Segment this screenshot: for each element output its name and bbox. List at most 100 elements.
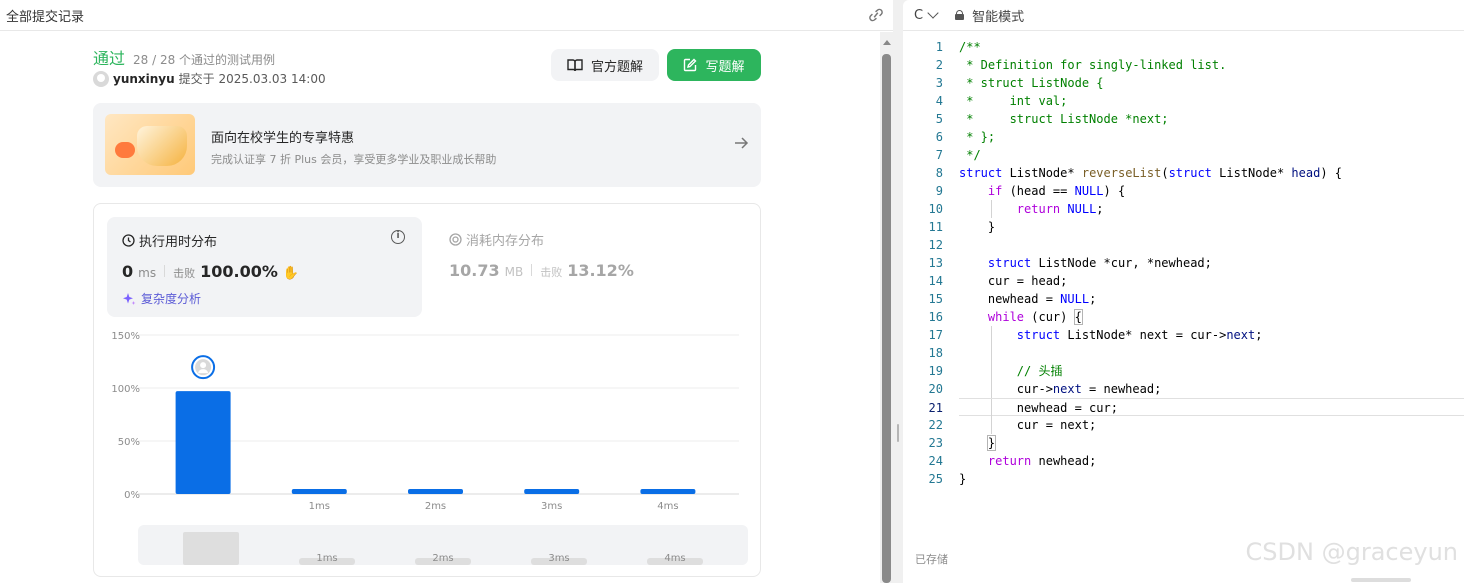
code-line: 6 * }; (935, 130, 996, 144)
code-line: 24 return newhead; (928, 454, 1097, 468)
scroll-up-arrow[interactable] (883, 40, 891, 45)
runtime-unit: ms (138, 266, 157, 280)
code-line: 23 } (928, 435, 997, 451)
code-line: 12 (928, 238, 943, 252)
complexity-analysis-link[interactable]: 复杂度分析 (122, 290, 201, 307)
code-line: 10 return NULL; (928, 200, 1104, 218)
overview-bar (183, 532, 239, 565)
chart-bar (640, 489, 696, 494)
complexity-analysis-label: 复杂度分析 (141, 292, 202, 306)
overview-tick-label: 2ms (432, 553, 453, 564)
y-tick-label: 150% (111, 331, 140, 342)
all-submissions-title[interactable]: 全部提交记录 (6, 6, 84, 25)
horizontal-scrollbar[interactable] (1351, 578, 1411, 582)
username[interactable]: yunxinyu (113, 72, 175, 86)
status-row: 通过 28 / 28 个通过的测试用例 (93, 45, 275, 69)
memory-beat-value: 13.12% (567, 261, 634, 280)
saved-status: 已存储 (915, 553, 948, 566)
smart-mode-label[interactable]: 智能模式 (972, 6, 1024, 25)
performance-card: 执行用时分布 i 0 ms 击败 100.00% ✋ 复杂度分析 消耗内存分布 … (93, 203, 761, 577)
y-tick-label: 100% (111, 384, 140, 395)
code-line: 3 * struct ListNode { (935, 76, 1104, 90)
x-tick-label: 4ms (657, 501, 678, 512)
scrollbar-thumb[interactable] (882, 54, 891, 583)
chart-bar (408, 489, 463, 494)
code-line: 20 cur->next = newhead; (928, 380, 1162, 398)
chart-bar (291, 489, 347, 494)
chart-bar (524, 489, 580, 494)
runtime-value: 0 (122, 262, 134, 281)
memory-value: 10.73 (449, 261, 500, 280)
memory-beat-label: 击败 (540, 266, 563, 279)
language-select[interactable]: C (914, 7, 939, 23)
test-cases-count: 28 / 28 个通过的测试用例 (133, 53, 276, 67)
official-solution-button[interactable]: 官方题解 (551, 49, 659, 81)
x-tick-label: 3ms (541, 501, 562, 512)
info-icon[interactable]: i (391, 230, 405, 244)
promo-title: 面向在校学生的专享特惠 (211, 131, 355, 146)
language-label: C (914, 7, 924, 23)
code-line: 22 cur = next; (928, 416, 1097, 434)
x-tick-label: 2ms (425, 501, 446, 512)
code-line: 5 * struct ListNode *next; (935, 112, 1169, 126)
book-icon (567, 59, 583, 72)
arrow-right-icon[interactable] (733, 135, 749, 151)
memory-icon (449, 233, 462, 246)
code-area[interactable]: 1/** 2 * Definition for singly-linked li… (903, 38, 1464, 488)
edit-icon (684, 58, 697, 72)
code-line: 9 if (head == NULL) { (935, 184, 1126, 198)
official-solution-label: 官方题解 (590, 59, 643, 75)
memory-unit: MB (504, 265, 524, 279)
runtime-values: 0 ms 击败 100.00% ✋ (122, 262, 299, 281)
submission-panel: 全部提交记录 通过 28 / 28 个通过的测试用例 yunxinyu 提交于 … (0, 0, 893, 583)
avatar[interactable] (93, 70, 109, 87)
code-line: 17 struct ListNode* next = cur->next; (928, 326, 1263, 344)
write-solution-button[interactable]: 写题解 (667, 49, 761, 81)
x-tick-label: 1ms (309, 501, 330, 512)
overview-tick-label: 4ms (664, 553, 685, 564)
write-solution-label: 写题解 (705, 59, 745, 75)
submitter-row: yunxinyu 提交于 2025.03.03 14:00 (93, 70, 326, 87)
promo-subtitle: 完成认证享 7 折 Plus 会员，享受更多学业及职业成长帮助 (211, 153, 497, 166)
code-line-active: 21 newhead = cur; (929, 398, 1464, 417)
chevron-down-icon (927, 7, 939, 19)
memory-title-label: 消耗内存分布 (466, 234, 545, 249)
submitted-time: 提交于 2025.03.03 14:00 (178, 72, 326, 86)
clock-icon (122, 234, 135, 247)
memory-tab[interactable]: 消耗内存分布 (449, 230, 544, 249)
code-editor-panel: C 智能模式 1/** 2 * Definition for singly-li… (903, 0, 1464, 583)
lock-icon (955, 10, 965, 20)
code-line: 16 while (cur) { (928, 309, 1083, 325)
link-icon[interactable] (867, 8, 885, 22)
submission-header: 全部提交记录 (0, 0, 893, 31)
code-line: 4 * int val; (935, 94, 1068, 108)
runtime-distribution-chart[interactable]: 0% 50% 100% 150% 1ms 2ms 3ms 4ms 1ms 2ms 3ms 4ms (94, 322, 762, 578)
runtime-title: 执行用时分布 (122, 231, 217, 250)
student-promo-banner[interactable]: 面向在校学生的专享特惠 完成认证享 7 折 Plus 会员，享受更多学业及职业成… (93, 103, 761, 187)
code-line: 1/** (935, 40, 981, 54)
code-line: 14 cur = head; (928, 274, 1068, 288)
memory-values: 10.73 MB 击败 13.12% (449, 261, 634, 280)
left-scrollbar[interactable] (880, 32, 893, 583)
code-line: 18 (903, 344, 1464, 362)
y-tick-label: 50% (118, 437, 140, 448)
code-line: 8 struct ListNode* reverseList(struct Lis… (935, 166, 1342, 180)
code-line: 7 */ (935, 148, 981, 162)
y-tick-label: 0% (124, 490, 140, 501)
status-accepted: 通过 (93, 49, 126, 68)
graduation-cap-illustration (105, 114, 195, 175)
chart-bar (175, 391, 231, 494)
code-line: 19 // 头插 (928, 362, 1063, 380)
avatar-head (200, 362, 207, 369)
panel-splitter[interactable] (893, 0, 903, 583)
code-line: 11 } (928, 220, 996, 234)
code-line: 25} (928, 472, 967, 486)
runtime-title-label: 执行用时分布 (139, 235, 218, 250)
editor-toolbar: C 智能模式 (903, 0, 1464, 31)
code-line: 15 newhead = NULL; (928, 292, 1097, 306)
overview-tick-label: 3ms (548, 553, 569, 564)
code-line: 2 * Definition for singly-linked list. (935, 58, 1227, 72)
overview-tick-label: 1ms (316, 553, 337, 564)
code-line: 13 struct ListNode *cur, *newhead; (928, 256, 1212, 270)
submission-body: 通过 28 / 28 个通过的测试用例 yunxinyu 提交于 2025.03… (0, 32, 880, 583)
